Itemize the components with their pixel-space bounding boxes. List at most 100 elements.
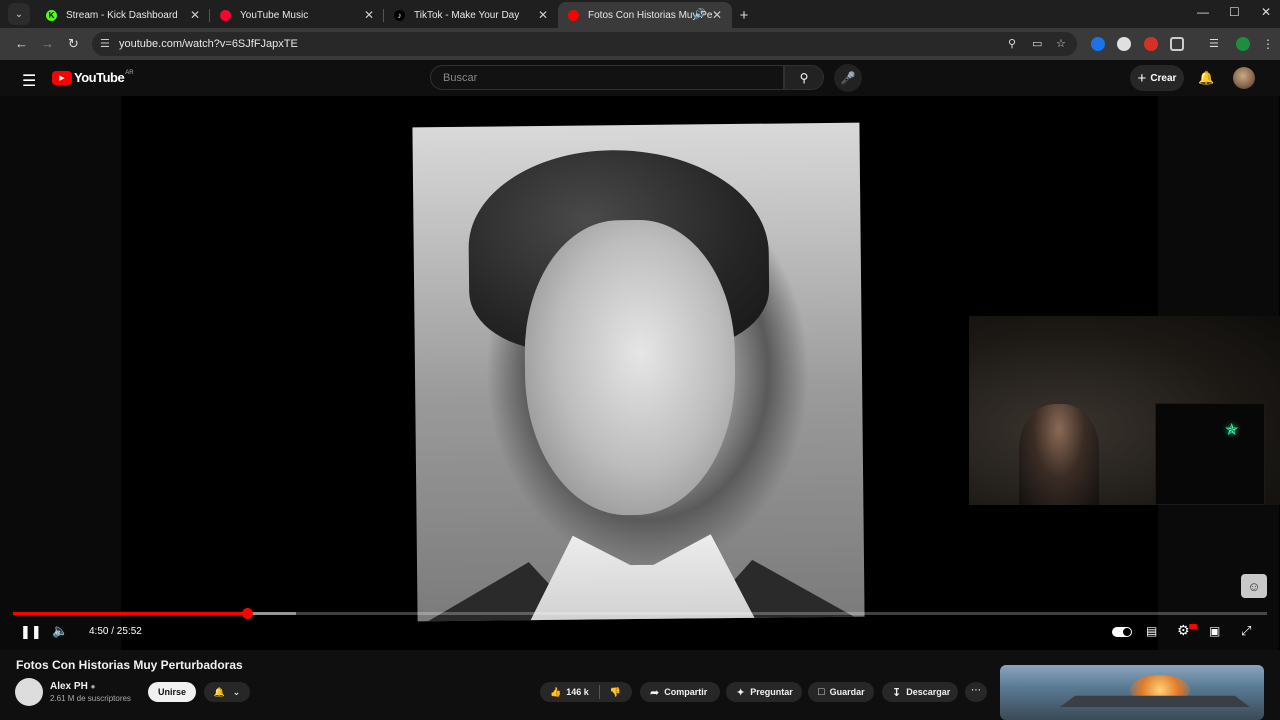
tab-close-icon[interactable]: ✕ [712, 8, 722, 22]
browser-tab-strip: ⌄ K Stream - Kick Dashboard ✕ YouTube Mu… [0, 0, 1280, 28]
video-player[interactable]: ✯ ☺ ❚❚ 🔈 4:50 / 25:52 ▤ ⚙ ▣ ⤢ [0, 96, 1280, 650]
maximize-icon[interactable]: ☐ [1229, 5, 1240, 19]
save-label: Guardar [829, 687, 865, 697]
extension-blue-icon[interactable] [1091, 37, 1105, 51]
tab-title: YouTube Music [240, 9, 309, 21]
tab-tiktok[interactable]: ♪ TikTok - Make Your Day ✕ [384, 2, 558, 28]
portrait-collar [527, 524, 758, 622]
bookmark-star-icon[interactable]: ☆ [1056, 37, 1066, 50]
new-tab-button[interactable]: + [732, 2, 756, 28]
recommended-video-thumbnail[interactable] [1000, 665, 1264, 720]
subtitles-icon[interactable]: ▤ [1146, 624, 1157, 638]
more-actions-button[interactable]: ⋯ [965, 682, 987, 702]
time-display: 4:50 / 25:52 [89, 626, 142, 637]
download-icon: ↧ [892, 686, 902, 699]
back-icon[interactable]: ← [15, 36, 28, 51]
search-button[interactable]: ⚲ [784, 65, 824, 90]
fullscreen-icon[interactable]: ⤢ [1241, 623, 1251, 639]
like-count: 146 k [566, 687, 589, 697]
share-icon: ➦ [650, 686, 660, 699]
ask-label: Preguntar [750, 687, 793, 697]
like-button[interactable]: 👍 146 k [540, 682, 599, 702]
miniplayer-icon[interactable]: ▣ [1209, 624, 1220, 638]
bookmark-icon: □ [818, 686, 825, 698]
tab-youtube-music[interactable]: YouTube Music ✕ [210, 2, 384, 28]
kick-icon: K [46, 10, 57, 21]
forward-icon[interactable]: → [41, 36, 54, 51]
join-button[interactable]: Unirse [148, 682, 196, 702]
tab-title: Stream - Kick Dashboard [66, 9, 178, 21]
tab-kick-dashboard[interactable]: K Stream - Kick Dashboard ✕ [36, 2, 210, 28]
extensions-puzzle-icon[interactable] [1170, 37, 1184, 51]
share-button[interactable]: ➦ Compartir [640, 682, 720, 702]
autoplay-toggle[interactable] [1112, 627, 1132, 637]
thumbs-up-icon: 👍 [550, 686, 562, 697]
zoom-icon[interactable]: ⚲ [1008, 37, 1016, 50]
download-label: Descargar [906, 687, 951, 697]
channel-avatar[interactable] [15, 678, 43, 706]
subscriber-count: 2.61 M de suscriptores [50, 694, 131, 703]
progress-bar[interactable] [13, 608, 1267, 619]
tab-search-button[interactable]: ⌄ [8, 3, 30, 25]
extension-white-icon[interactable] [1117, 37, 1131, 51]
player-side-left [0, 96, 121, 650]
verified-icon: ● [90, 682, 96, 691]
tab-close-icon[interactable]: ✕ [364, 8, 374, 22]
voice-search-button[interactable]: 🎤 [834, 64, 862, 92]
search-input[interactable]: Buscar [430, 65, 784, 90]
window-close-icon[interactable]: ✕ [1261, 5, 1271, 19]
notifications-bell-icon[interactable]: 🔔 [1198, 70, 1214, 86]
tiktok-icon: ♪ [394, 10, 405, 21]
razer-logo-icon: ✯ [1225, 422, 1239, 439]
url-text[interactable]: youtube.com/watch?v=6SJfFJapxTE [119, 38, 298, 50]
tab-youtube-video[interactable]: Fotos Con Historias Muy Pe 🔊 ✕ [558, 2, 732, 28]
tab-close-icon[interactable]: ✕ [538, 8, 548, 22]
youtube-icon [568, 10, 579, 21]
sparkle-icon: ✦ [736, 686, 746, 699]
omnibox[interactable]: ☰ youtube.com/watch?v=6SJfFJapxTE ⚲ ▭ ☆ [92, 32, 1077, 56]
tab-close-icon[interactable]: ✕ [190, 8, 200, 22]
cast-icon[interactable]: ▭ [1032, 37, 1042, 50]
browser-menu-icon[interactable]: ⋮ [1262, 37, 1276, 51]
channel-name[interactable]: Alex PH ● [50, 681, 95, 692]
menu-icon[interactable]: ☰ [22, 71, 36, 91]
site-info-icon[interactable]: ☰ [100, 37, 110, 50]
youtube-music-icon [220, 10, 231, 21]
microphone-icon: 🎤 [840, 71, 856, 85]
settings-gear-icon[interactable]: ⚙ [1177, 622, 1190, 639]
bell-icon: 🔔 [213, 686, 226, 697]
background-monitor [1155, 403, 1265, 505]
played-bar [13, 612, 248, 615]
download-button[interactable]: ↧ Descargar [882, 682, 958, 702]
minimize-icon[interactable]: — [1197, 5, 1209, 19]
audio-playing-icon[interactable]: 🔊 [694, 9, 706, 20]
create-button[interactable]: + Crear [1130, 65, 1184, 91]
plus-icon: + [1137, 69, 1147, 87]
pause-icon[interactable]: ❚❚ [20, 624, 42, 640]
youtube-logo[interactable]: ▶ YouTube AR [52, 70, 134, 85]
logo-text: YouTube [74, 70, 125, 85]
reload-icon[interactable]: ↻ [68, 36, 79, 52]
notifications-button[interactable]: 🔔 ⌄ [204, 682, 250, 702]
webcam-overlay: ✯ [969, 316, 1280, 505]
hd-badge [1189, 624, 1197, 629]
search-icon: ⚲ [799, 70, 809, 85]
volume-icon[interactable]: 🔈 [52, 623, 68, 639]
chevron-down-icon: ⌄ [232, 686, 241, 697]
save-button[interactable]: □ Guardar [808, 682, 874, 702]
region-code: AR [125, 69, 134, 76]
youtube-masthead: ☰ ▶ YouTube AR Buscar ⚲ 🎤 + Crear 🔔 [0, 60, 1280, 96]
scrubber-knob[interactable] [242, 608, 254, 619]
extension-record-icon[interactable] [1144, 37, 1158, 51]
share-label: Compartir [664, 687, 708, 697]
profile-avatar[interactable] [1236, 37, 1250, 51]
channel-watermark-icon[interactable]: ☺ [1241, 574, 1267, 598]
account-avatar[interactable] [1233, 67, 1255, 89]
dislike-button[interactable]: 👎 [600, 682, 631, 702]
media-control-icon[interactable]: ☰ [1209, 37, 1223, 51]
streamer-figure [1019, 404, 1099, 505]
tab-title: TikTok - Make Your Day [414, 9, 520, 21]
portrait-face [523, 218, 737, 517]
ask-button[interactable]: ✦ Preguntar [726, 682, 802, 702]
video-title: Fotos Con Historias Muy Perturbadoras [16, 658, 243, 672]
